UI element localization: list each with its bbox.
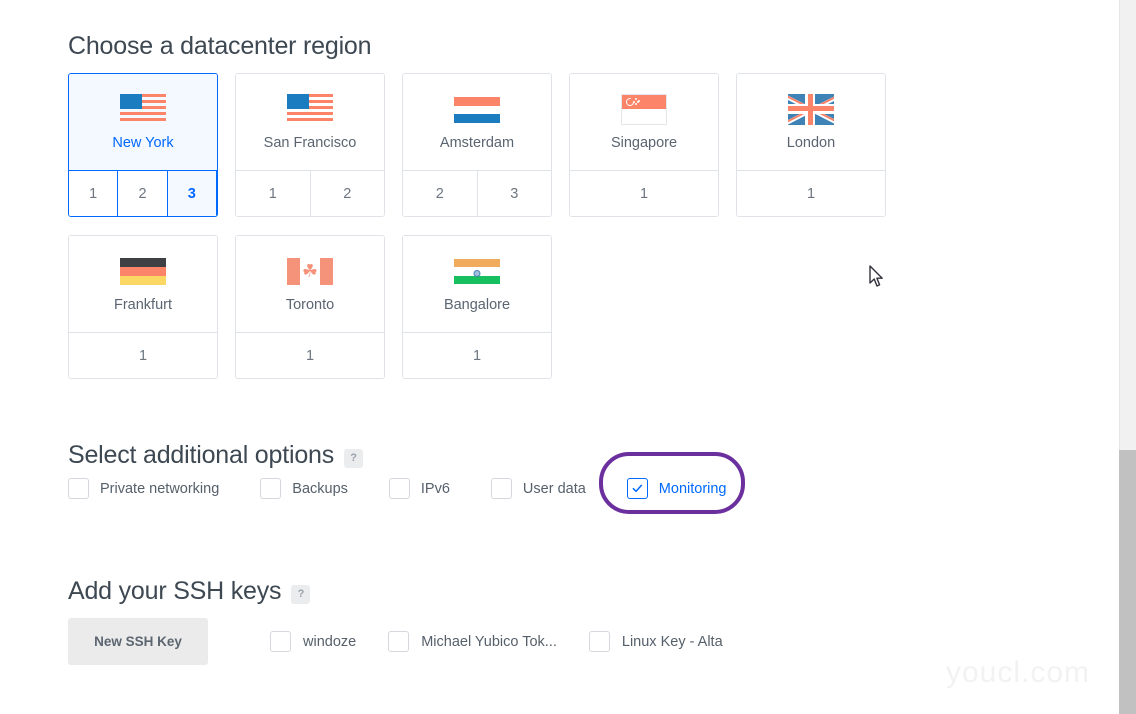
checkbox-ssh-key-1[interactable] [388, 631, 410, 652]
datacenter-row: 12 [236, 170, 384, 216]
region-name-label: London [786, 134, 836, 151]
option-label-monitoring: Monitoring [658, 480, 727, 497]
region-card-header[interactable]: New York [69, 74, 217, 170]
vertical-scrollbar-thumb[interactable] [1119, 450, 1136, 714]
datacenter-option-1[interactable]: 1 [236, 333, 384, 378]
datacenter-row: 123 [69, 170, 217, 216]
option-label-ipv6: IPv6 [420, 480, 450, 497]
option-label-user-data: User data [522, 480, 586, 497]
datacenter-row: 1 [570, 170, 718, 216]
region-heading-text: Choose a datacenter region [68, 32, 372, 60]
region-card-san-francisco[interactable]: San Francisco 1 2 [235, 73, 385, 217]
region-card-header[interactable]: Bangalore [403, 236, 551, 332]
ssh-key-list: windoze Michael Yubico Tok... Linux Key - … [270, 631, 755, 652]
us-flag-icon [287, 93, 333, 125]
datacenter-row: 23 [403, 170, 551, 216]
ssh-key-2[interactable]: Linux Key - Alta [588, 631, 723, 652]
datacenter-option-2[interactable]: 2 [118, 171, 168, 216]
checkbox-backups[interactable] [260, 478, 282, 499]
region-card-toronto[interactable]: ☘ Toronto 1 [235, 235, 385, 379]
region-card-header[interactable]: Singapore [570, 74, 718, 170]
option-monitoring[interactable]: Monitoring [598, 452, 745, 514]
option-ipv6[interactable]: IPv6 [388, 478, 450, 499]
ssh-key-0[interactable]: windoze [270, 631, 356, 652]
sg-flag-icon [621, 93, 667, 125]
region-card-london[interactable]: London 1 [736, 73, 886, 217]
region-name-label: Bangalore [443, 296, 511, 313]
option-private-networking[interactable]: Private networking [68, 478, 219, 499]
checkbox-ipv6[interactable] [388, 478, 410, 499]
ssh-heading-text: Add your SSH keys [68, 577, 282, 605]
region-card-header[interactable]: San Francisco [236, 74, 384, 170]
region-name-label: Toronto [285, 296, 335, 313]
region-name-label: New York [112, 134, 174, 151]
datacenter-option-1[interactable]: 1 [570, 171, 718, 216]
datacenter-row: 1 [69, 332, 217, 378]
uk-flag-icon [788, 93, 834, 125]
mouse-cursor [869, 265, 883, 287]
region-card-new-york[interactable]: New York 1 2 3 [68, 73, 218, 217]
datacenter-option-1[interactable]: 1 [403, 333, 551, 378]
region-card-frankfurt[interactable]: Frankfurt 1 [68, 235, 218, 379]
region-grid: New York 1 2 3 San Francisco 1 2 Amsterdam 2 3 Sin… [68, 73, 1058, 397]
datacenter-option-1[interactable]: 1 [236, 171, 311, 216]
de-flag-icon [120, 256, 166, 287]
region-card-bangalore[interactable]: Bangalore 1 [402, 235, 552, 379]
region-card-header[interactable]: ☘ Toronto [236, 236, 384, 332]
datacenter-row: 1 [737, 170, 885, 216]
checkbox-user-data[interactable] [490, 478, 512, 499]
region-name-label: Frankfurt [113, 296, 172, 313]
option-user-data[interactable]: User data [490, 478, 586, 499]
in-flag-icon [454, 256, 500, 287]
ssh-key-label-2: Linux Key - Alta [621, 633, 723, 650]
page-root: Choose a datacenter region New York 1 2 3 Sa… [0, 0, 1136, 714]
datacenter-row: 1 [236, 332, 384, 378]
additional-options-row: Private networking Backups IPv6 User data Mo… [68, 452, 745, 514]
options-section-heading: Select additional options ? [68, 441, 364, 470]
ssh-section-heading: Add your SSH keys ? [68, 577, 311, 606]
region-section-heading: Choose a datacenter region [68, 32, 372, 61]
vertical-scrollbar-track[interactable] [1119, 0, 1136, 714]
datacenter-option-1[interactable]: 1 [69, 171, 119, 216]
checkbox-ssh-key-2[interactable] [588, 631, 610, 652]
nl-flag-icon [454, 94, 500, 125]
ssh-key-1[interactable]: Michael Yubico Tok... [388, 631, 557, 652]
checkbox-ssh-key-0[interactable] [270, 631, 291, 652]
region-card-amsterdam[interactable]: Amsterdam 2 3 [402, 73, 552, 217]
new-ssh-key-button[interactable]: New SSH Key [68, 618, 208, 665]
us-flag-icon [120, 93, 166, 125]
checkbox-private-networking[interactable] [68, 478, 89, 499]
region-name-label: Amsterdam [439, 134, 515, 151]
region-name-label: Singapore [610, 134, 678, 151]
datacenter-option-1[interactable]: 1 [737, 171, 885, 216]
region-card-header[interactable]: Amsterdam [403, 74, 551, 170]
site-watermark: youcl.com [946, 656, 1091, 689]
ssh-key-label-0: windoze [303, 633, 357, 650]
datacenter-option-1[interactable]: 1 [69, 333, 217, 378]
datacenter-row: 1 [403, 332, 551, 378]
options-help-icon[interactable]: ? [344, 449, 364, 468]
ssh-key-label-1: Michael Yubico Tok... [421, 633, 557, 650]
datacenter-option-2[interactable]: 2 [310, 171, 384, 216]
datacenter-option-3[interactable]: 3 [167, 171, 217, 216]
ssh-keys-row: New SSH Key windoze Michael Yubico Tok...… [68, 618, 755, 665]
region-card-header[interactable]: Frankfurt [69, 236, 217, 332]
ssh-help-icon[interactable]: ? [291, 585, 311, 604]
region-card-singapore[interactable]: Singapore 1 [569, 73, 719, 217]
checkbox-monitoring[interactable] [626, 478, 648, 499]
ca-flag-icon: ☘ [287, 256, 333, 287]
region-name-label: San Francisco [263, 134, 357, 151]
datacenter-option-3[interactable]: 3 [477, 171, 551, 216]
region-card-header[interactable]: London [737, 74, 885, 170]
option-backups[interactable]: Backups [260, 478, 348, 499]
option-label-private-networking: Private networking [100, 480, 220, 497]
scrollable-content: Choose a datacenter region New York 1 2 3 Sa… [0, 0, 1114, 714]
options-heading-text: Select additional options [68, 441, 335, 469]
datacenter-option-2[interactable]: 2 [403, 171, 478, 216]
option-label-backups: Backups [292, 480, 348, 497]
